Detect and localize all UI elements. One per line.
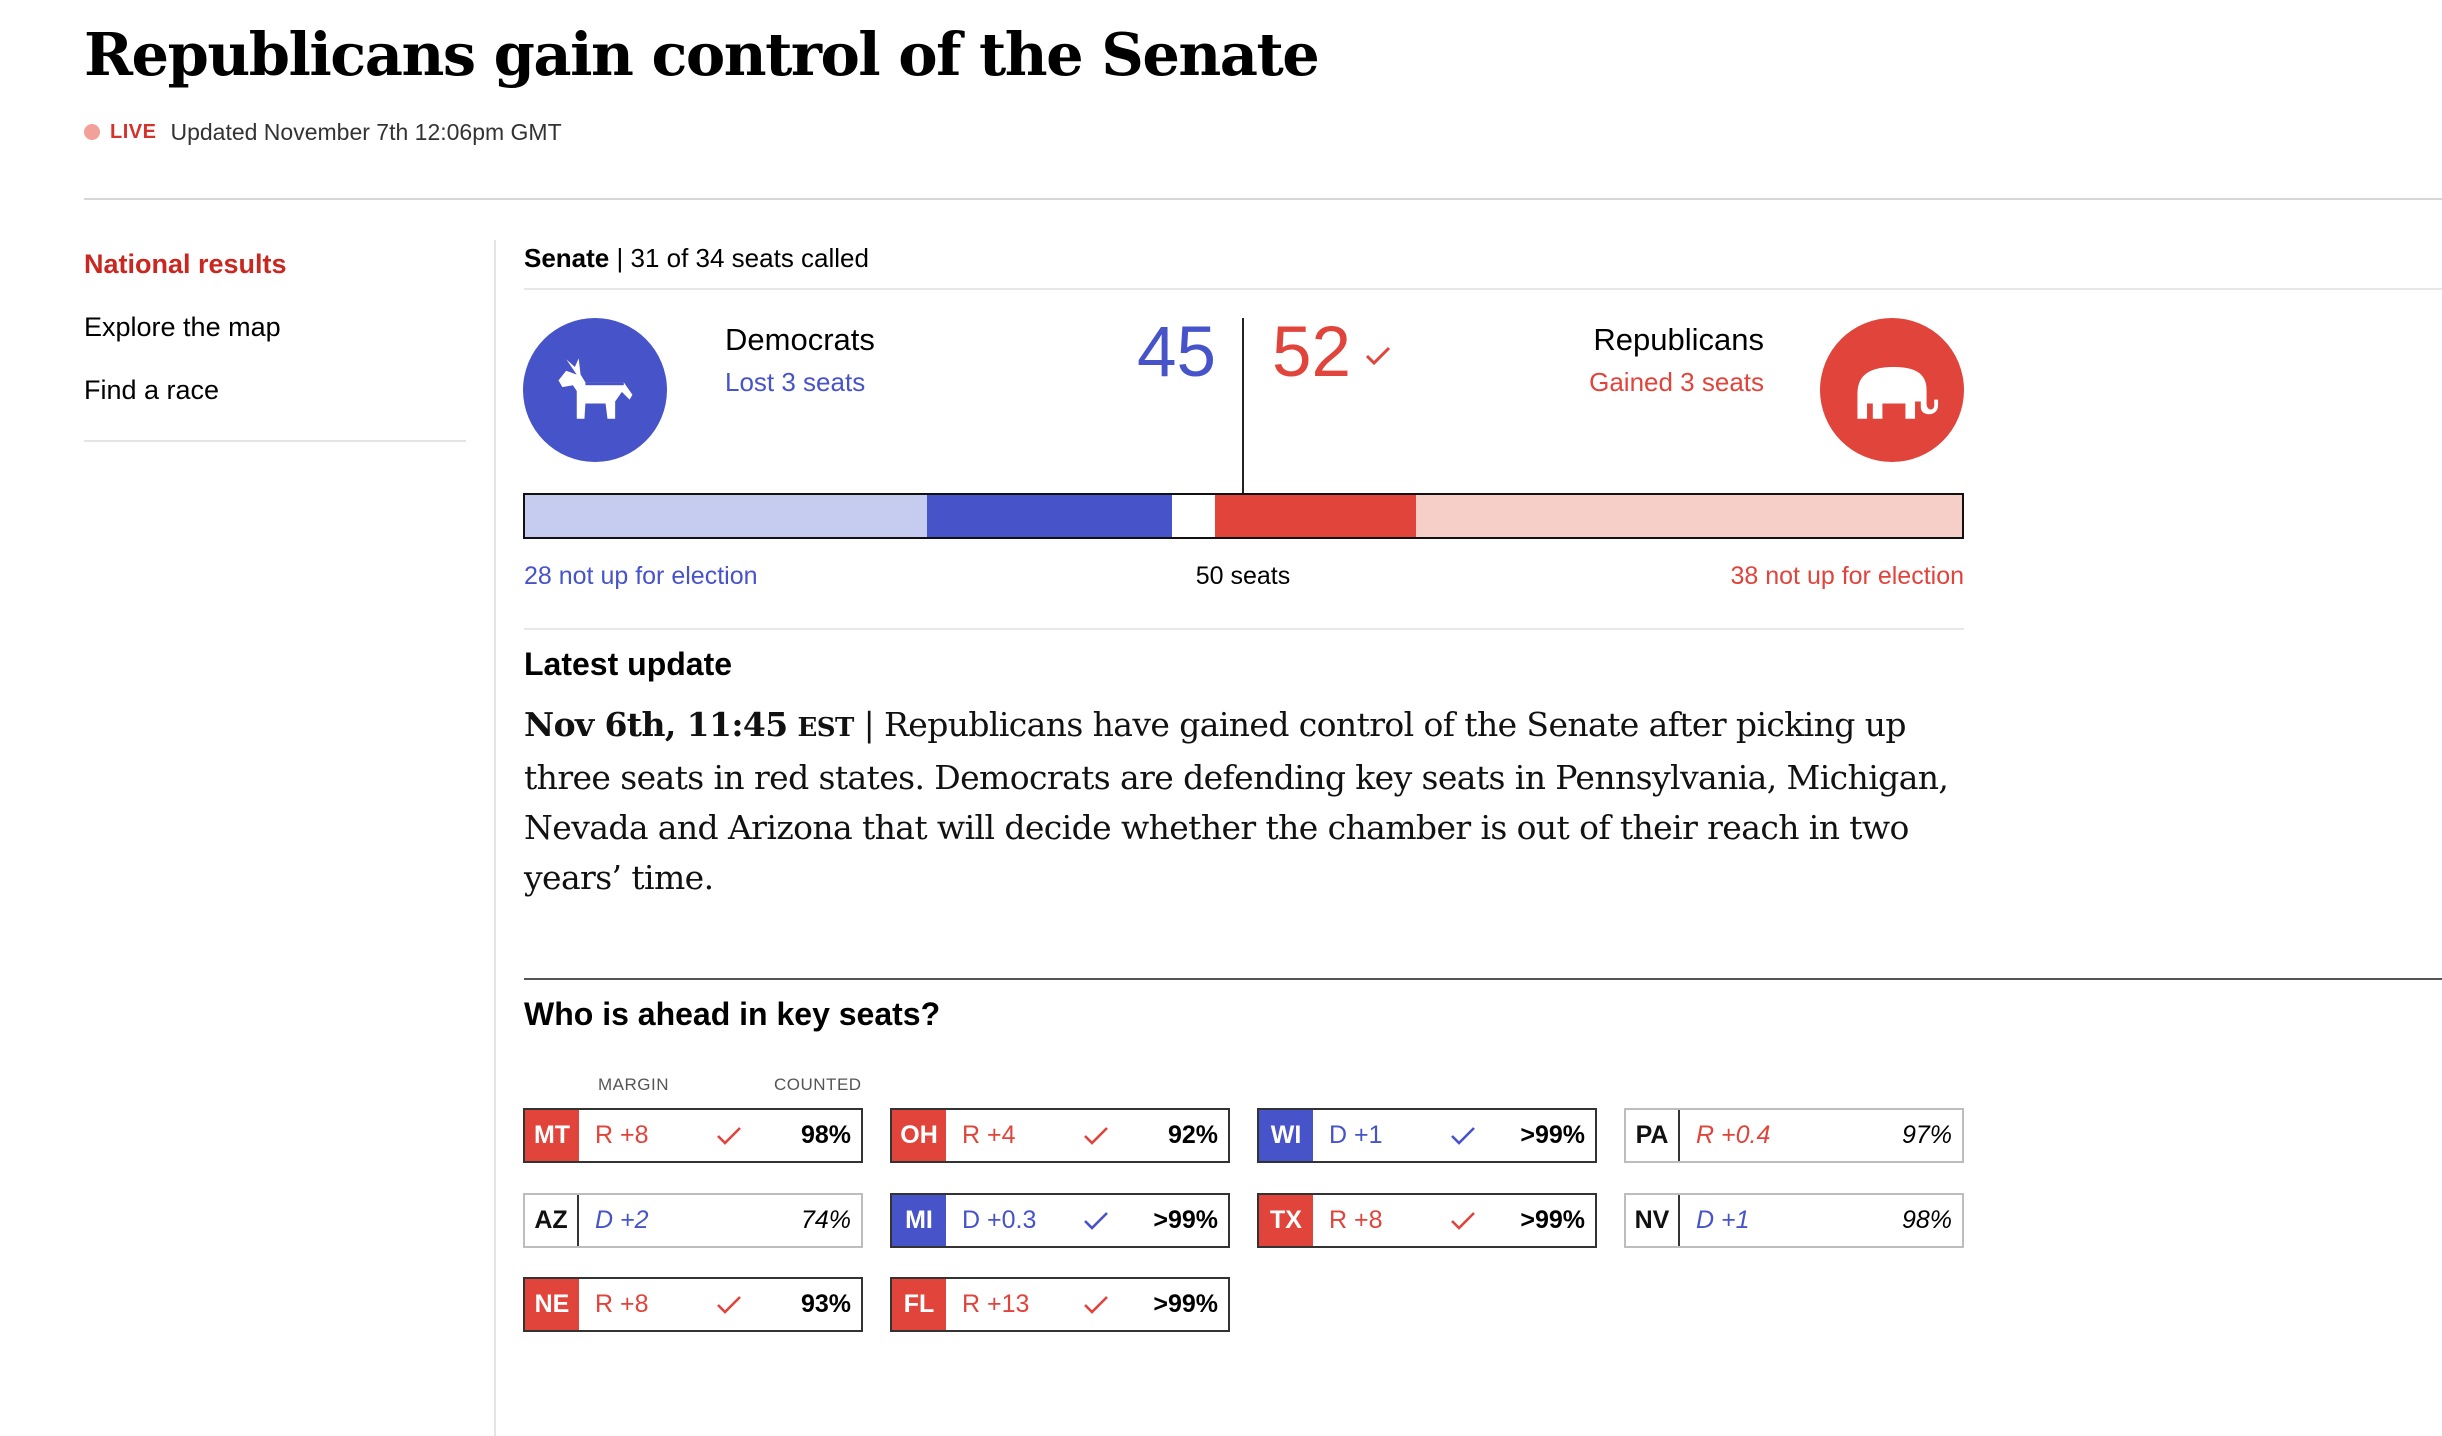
key-seat-fl[interactable]: FL R +13 >99% xyxy=(890,1277,1230,1332)
majority-label: 50 seats xyxy=(1195,562,1291,590)
democrats-name: Democrats xyxy=(725,322,875,357)
senate-header-divider xyxy=(524,288,2442,290)
key-seats-title: Who is ahead in key seats? xyxy=(524,996,941,1032)
nav-explore-map[interactable]: Explore the map xyxy=(84,309,281,345)
seat-margin: R +0.4 xyxy=(1696,1121,1771,1149)
senate-header: Senate | 31 of 34 seats called xyxy=(524,243,869,273)
seat-counted: 97% xyxy=(1901,1121,1952,1149)
key-seat-nv[interactable]: NV D +1 98% xyxy=(1624,1193,1964,1248)
state-code: FL xyxy=(892,1279,946,1330)
state-code: PA xyxy=(1626,1110,1680,1161)
seat-bar-segment-none-uncalled xyxy=(1171,495,1215,537)
seat-counted: 98% xyxy=(1901,1206,1952,1234)
latest-update-text: Nov 6th, 11:45 EST | Republicans have ga… xyxy=(524,705,1949,897)
state-code: MI xyxy=(892,1195,946,1246)
seats-called: 31 of 34 seats called xyxy=(630,243,869,273)
democrat-logo xyxy=(523,318,667,462)
header-divider xyxy=(84,198,2442,200)
seat-counted: >99% xyxy=(1520,1206,1585,1234)
key-seat-mi[interactable]: MI D +0.3 >99% xyxy=(890,1193,1230,1248)
seat-margin: D +2 xyxy=(595,1206,649,1234)
live-label: LIVE xyxy=(110,120,157,143)
state-code: MT xyxy=(525,1110,579,1161)
state-code: TX xyxy=(1259,1195,1313,1246)
seat-bar-segment-D-won xyxy=(927,495,1172,537)
live-status: LIVE Updated November 7th 12:06pm GMT xyxy=(84,116,562,148)
seat-bar-segment-R-won xyxy=(1214,495,1416,537)
seat-margin: R +13 xyxy=(962,1290,1030,1318)
democrats-change: Lost 3 seats xyxy=(725,367,866,397)
republican-logo xyxy=(1820,318,1964,462)
sidebar-divider xyxy=(84,440,466,442)
seat-margin: D +1 xyxy=(1696,1206,1750,1234)
elephant-icon xyxy=(1857,366,1939,419)
check-icon xyxy=(709,1126,749,1146)
column-divider xyxy=(494,240,496,1436)
key-seats-divider xyxy=(524,978,2442,980)
key-seat-wi[interactable]: WI D +1 >99% xyxy=(1257,1108,1597,1163)
check-icon xyxy=(709,1295,749,1315)
chamber-name: Senate xyxy=(524,243,610,273)
seat-margin: R +8 xyxy=(595,1290,649,1318)
key-seat-tx[interactable]: TX R +8 >99% xyxy=(1257,1193,1597,1248)
latest-update-time: Nov 6th, 11:45 xyxy=(524,705,788,744)
latest-update-tz: EST xyxy=(797,713,855,743)
key-seat-oh[interactable]: OH R +4 92% xyxy=(890,1108,1230,1163)
seat-counted: 93% xyxy=(800,1290,851,1318)
key-seat-mt[interactable]: MT R +8 98% xyxy=(523,1108,863,1163)
rep-not-up-label: 38 not up for election xyxy=(1730,562,1965,590)
latest-update-title: Latest update xyxy=(524,646,733,682)
republicans-majority-check-icon xyxy=(1365,346,1391,366)
key-seat-ne[interactable]: NE R +8 93% xyxy=(523,1277,863,1332)
seat-margin: R +4 xyxy=(962,1121,1016,1149)
key-seat-az[interactable]: AZ D +2 74% xyxy=(523,1193,863,1248)
republicans-name: Republicans xyxy=(1593,322,1764,357)
seat-margin: D +1 xyxy=(1329,1121,1383,1149)
seat-margin: R +8 xyxy=(1329,1206,1383,1234)
seat-counted: >99% xyxy=(1153,1206,1218,1234)
dem-not-up-label: 28 not up for election xyxy=(524,562,758,590)
nav-national-results[interactable]: National results xyxy=(84,246,287,282)
check-icon xyxy=(1076,1211,1116,1231)
seat-bar-segment-R-not-up xyxy=(1415,495,1962,537)
check-icon xyxy=(1443,1126,1483,1146)
margin-column-header: MARGIN xyxy=(598,1075,669,1094)
seat-counted: 92% xyxy=(1167,1121,1218,1149)
republicans-change: Gained 3 seats xyxy=(1589,367,1764,397)
seat-counted: >99% xyxy=(1520,1121,1585,1149)
state-code: NE xyxy=(525,1279,579,1330)
donkey-icon xyxy=(558,358,633,419)
state-code: NV xyxy=(1626,1195,1680,1246)
counted-column-header: COUNTED xyxy=(774,1075,862,1094)
seat-counted: >99% xyxy=(1153,1290,1218,1318)
live-dot-icon xyxy=(84,124,100,140)
bar-section-divider xyxy=(524,628,1964,630)
seat-margin: R +8 xyxy=(595,1121,649,1149)
check-icon xyxy=(1076,1126,1116,1146)
state-code: WI xyxy=(1259,1110,1313,1161)
updated-timestamp: Updated November 7th 12:06pm GMT xyxy=(170,118,562,145)
page-title: Republicans gain control of the Senate xyxy=(84,20,1320,89)
seat-counted: 98% xyxy=(800,1121,851,1149)
nav-find-race[interactable]: Find a race xyxy=(84,372,219,408)
state-code: OH xyxy=(892,1110,946,1161)
key-seat-pa[interactable]: PA R +0.4 97% xyxy=(1624,1108,1964,1163)
check-icon xyxy=(1443,1211,1483,1231)
seat-bar xyxy=(523,493,1964,539)
seat-bar-segment-D-not-up xyxy=(525,495,928,537)
state-code: AZ xyxy=(525,1195,579,1246)
democrats-seat-count: 45 xyxy=(1137,313,1216,392)
seat-counted: 74% xyxy=(800,1206,851,1234)
check-icon xyxy=(1076,1295,1116,1315)
seat-margin: D +0.3 xyxy=(962,1206,1037,1234)
republicans-seat-count: 52 xyxy=(1272,313,1351,392)
